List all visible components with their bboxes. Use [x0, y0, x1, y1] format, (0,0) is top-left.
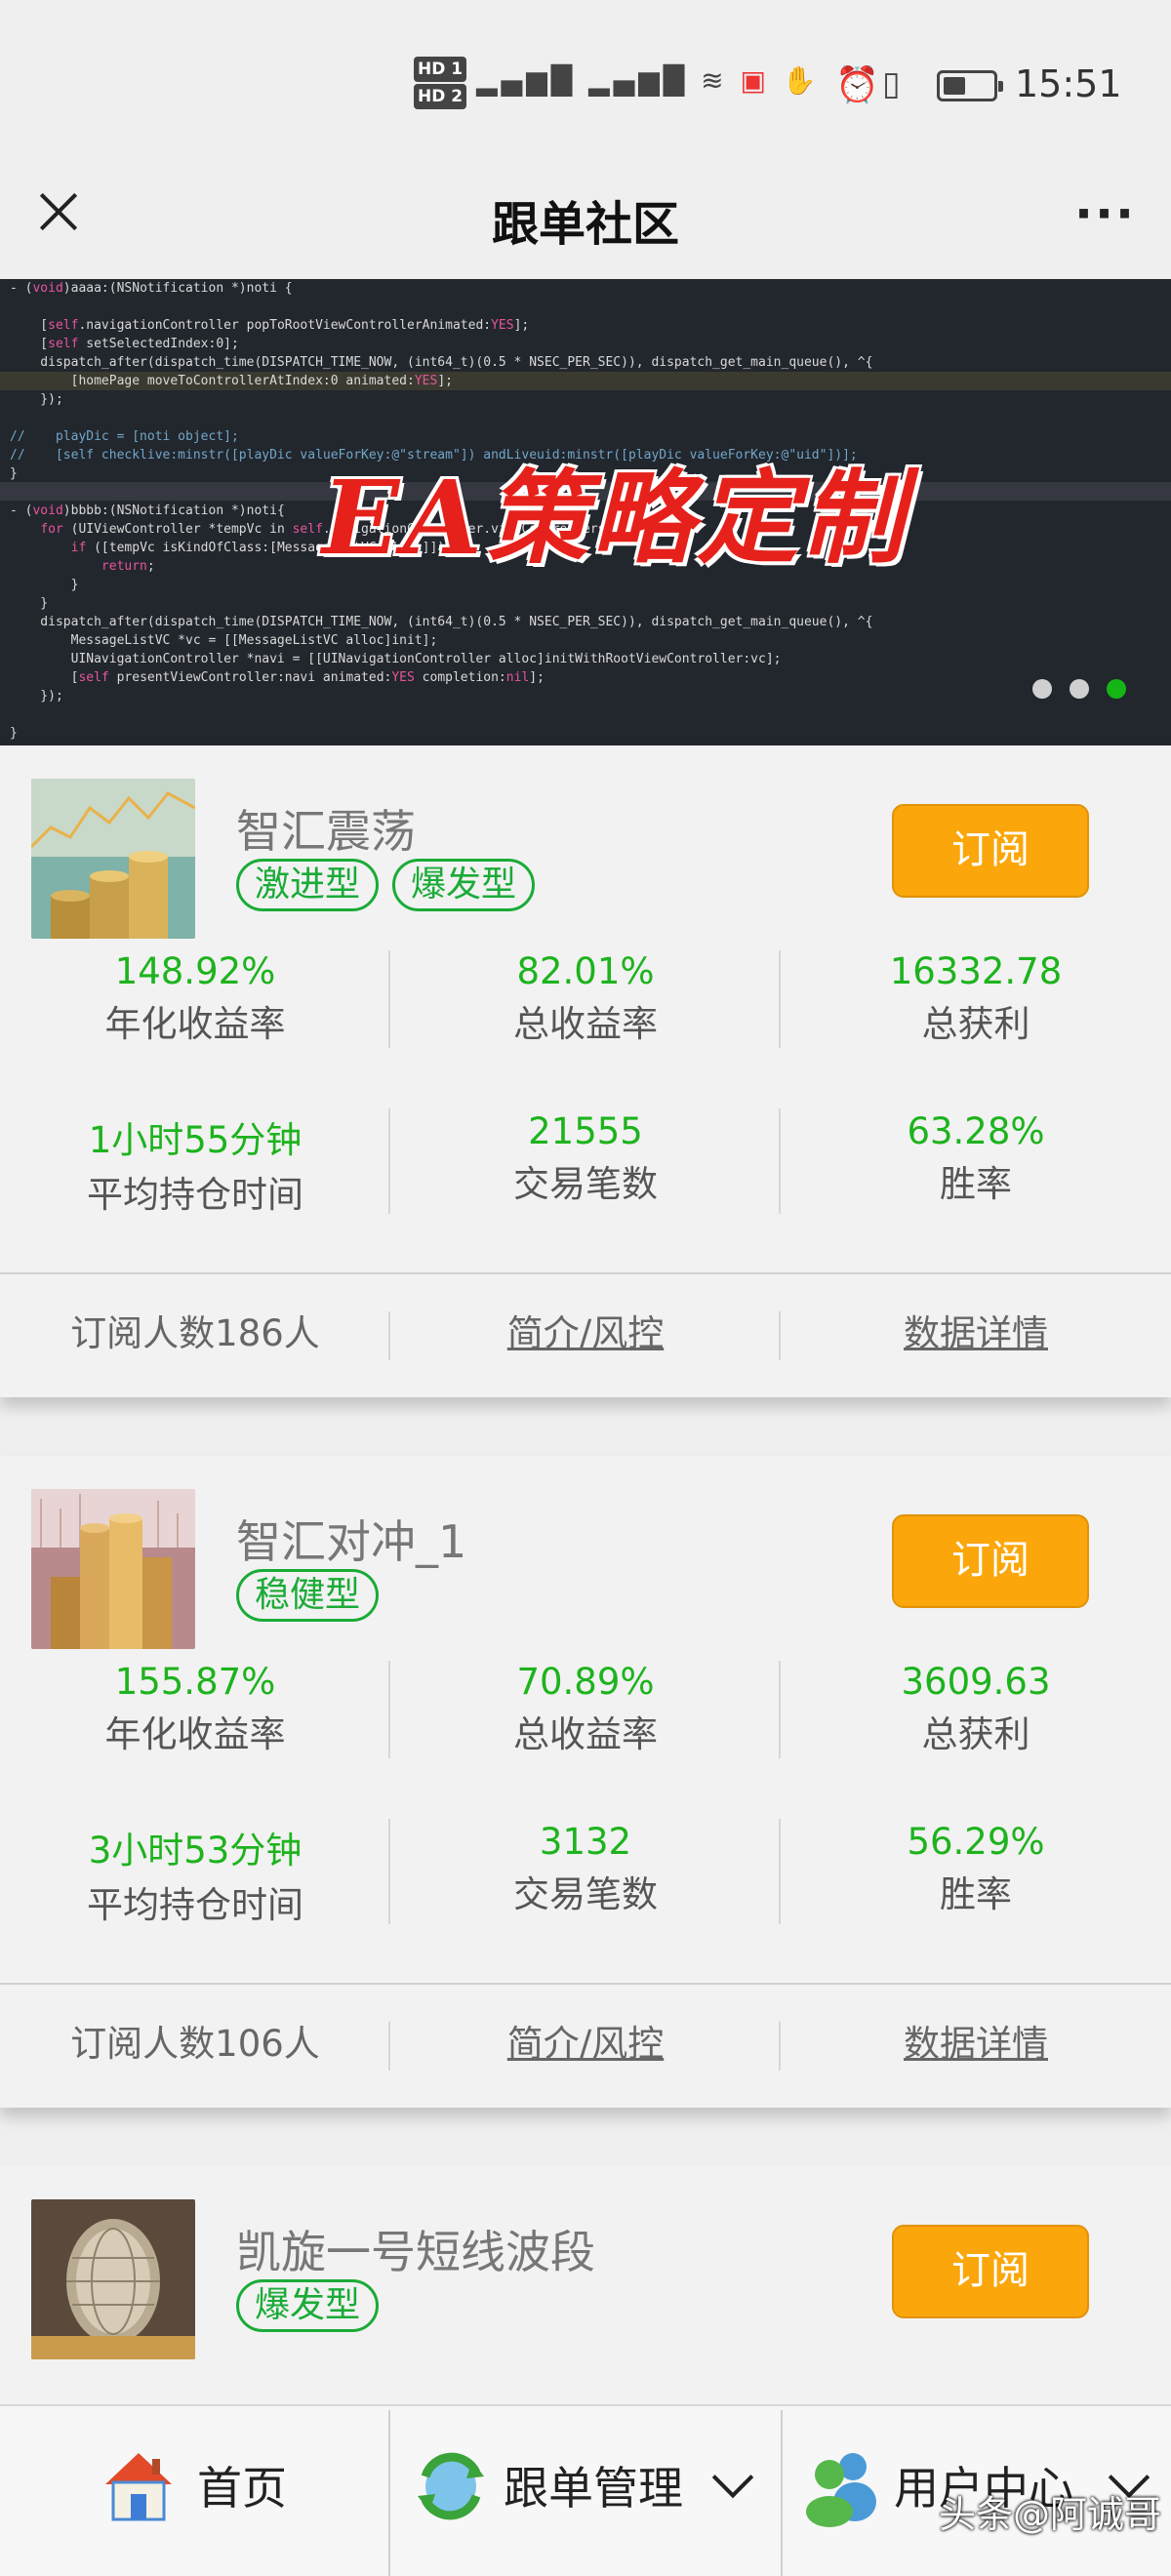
tag-badge: 稳健型 — [236, 1569, 380, 1622]
wifi-icon: ≋ — [701, 64, 728, 97]
strategy-name[interactable]: 智汇震荡 — [236, 796, 416, 861]
stat-win-rate: 63.28% 胜率 — [907, 1110, 1045, 1205]
intro-risk-link[interactable]: 简介/风控 — [390, 1985, 781, 2108]
vibrate-icon: ▯ — [882, 64, 901, 103]
tab-home[interactable]: 首页 — [0, 2406, 388, 2576]
watermark: 头条@阿诚哥 — [938, 2493, 1161, 2536]
signal-icons: ▂▄▆█ ▂▄▆█ ≋ ▣ ✋ — [476, 64, 821, 97]
strategy-tags: 稳健型 — [236, 1569, 392, 1622]
notification-app-icon: ▣ — [740, 64, 770, 97]
strategy-thumbnail — [31, 1489, 195, 1649]
tag-badge: 爆发型 — [392, 859, 536, 911]
banner-headline: EA策略定制 — [322, 458, 908, 578]
stat-total-profit: 3609.63 总获利 — [901, 1661, 1051, 1755]
home-icon — [105, 2453, 172, 2521]
page-title: 跟单社区 — [491, 197, 679, 252]
carousel-dot[interactable] — [1070, 679, 1089, 699]
bottom-tab-bar: 首页 跟单管理 用户中心 头条@阿诚哥 — [0, 2404, 1171, 2576]
tab-home-label: 首页 — [197, 2462, 287, 2515]
hd1-badge: HD 1 — [414, 57, 467, 82]
stat-trade-count: 21555 交易笔数 — [513, 1110, 658, 1205]
strategy-card: 智汇震荡 激进型 爆发型 订阅 148.92% 年化收益率 82.01% 总收益率 1… — [0, 745, 1171, 1397]
strategy-thumbnail — [31, 2199, 195, 2359]
stat-total-profit: 16332.78 总获利 — [889, 950, 1063, 1045]
card-footer: 订阅人数106人 简介/风控 数据详情 — [0, 1983, 1171, 2106]
stat-annual-return: 155.87% 年化收益率 — [104, 1661, 286, 1755]
strategy-tags: 爆发型 — [236, 2279, 392, 2332]
strategy-tags: 激进型 爆发型 — [236, 859, 548, 911]
stat-win-rate: 56.29% 胜率 — [907, 1821, 1045, 1915]
stat-avg-hold-time: 1小时55分钟 平均持仓时间 — [87, 1119, 303, 1216]
tab-follow-manage-label: 跟单管理 — [504, 2462, 683, 2515]
subscriber-count: 订阅人数106人 — [70, 2023, 320, 2065]
subscriber-count: 订阅人数186人 — [70, 1312, 320, 1354]
subscribe-button[interactable]: 订阅 — [892, 804, 1089, 898]
tab-follow-manage[interactable]: 跟单管理 — [390, 2406, 781, 2576]
carousel-dots — [1015, 679, 1126, 703]
battery-icon — [937, 70, 1003, 101]
alarm-icon: ⏰ — [835, 65, 879, 105]
intro-risk-link[interactable]: 简介/风控 — [390, 1274, 781, 1397]
stat-trade-count: 3132 交易笔数 — [513, 1821, 658, 1915]
signal-4g-icon: ▂▄▆█ — [588, 64, 689, 97]
carousel-dot[interactable] — [1032, 679, 1052, 699]
tag-badge: 爆发型 — [236, 2279, 380, 2332]
sim-indicator: HD 1 HD 2 — [414, 57, 467, 111]
stat-total-return: 70.89% 总收益率 — [513, 1661, 658, 1755]
strategy-thumbnail — [31, 779, 195, 939]
status-bar: HD 1 HD 2 ▂▄▆█ ▂▄▆█ ≋ ▣ ✋ ⏰ ▯ 15:51 — [0, 0, 1171, 166]
refresh-globe-icon — [418, 2452, 484, 2520]
strategy-card: 智汇对冲_1 稳健型 订阅 155.87% 年化收益率 70.89% 总收益率 36… — [0, 1456, 1171, 2108]
hd2-badge: HD 2 — [414, 84, 467, 109]
more-icon[interactable]: ··· — [1074, 185, 1136, 242]
tab-user-center[interactable]: 用户中心 头条@阿诚哥 — [783, 2406, 1171, 2576]
nav-bar: 跟单社区 ··· — [0, 166, 1171, 279]
data-details-link[interactable]: 数据详情 — [781, 1274, 1171, 1397]
signal-5g-icon: ▂▄▆█ — [476, 64, 577, 97]
subscribe-button[interactable]: 订阅 — [892, 2225, 1089, 2318]
strategy-name[interactable]: 凯旋一号短线波段 — [236, 2217, 595, 2281]
subscribe-button[interactable]: 订阅 — [892, 1514, 1089, 1608]
strategy-card: 凯旋一号短线波段 爆发型 订阅 — [0, 2166, 1171, 2404]
stats-grid: 148.92% 年化收益率 82.01% 总收益率 16332.78 总获利 1小时5… — [0, 950, 1171, 1272]
clock: 15:51 — [1015, 62, 1122, 105]
users-icon — [806, 2453, 876, 2527]
tag-badge: 激进型 — [236, 859, 380, 911]
chevron-down-icon — [711, 2456, 754, 2499]
card-footer: 订阅人数186人 简介/风控 数据详情 — [0, 1272, 1171, 1395]
stats-grid: 155.87% 年化收益率 70.89% 总收益率 3609.63 总获利 3小时53… — [0, 1661, 1171, 1983]
stat-avg-hold-time: 3小时53分钟 平均持仓时间 — [87, 1830, 303, 1926]
hand-icon: ✋ — [782, 64, 821, 97]
carousel-dot-active[interactable] — [1107, 679, 1126, 699]
banner-carousel[interactable]: - (void)aaaa:(NSNotification *)noti { [s… — [0, 279, 1171, 745]
stat-total-return: 82.01% 总收益率 — [513, 950, 658, 1045]
stat-annual-return: 148.92% 年化收益率 — [104, 950, 286, 1045]
data-details-link[interactable]: 数据详情 — [781, 1985, 1171, 2108]
strategy-name[interactable]: 智汇对冲_1 — [236, 1507, 466, 1571]
